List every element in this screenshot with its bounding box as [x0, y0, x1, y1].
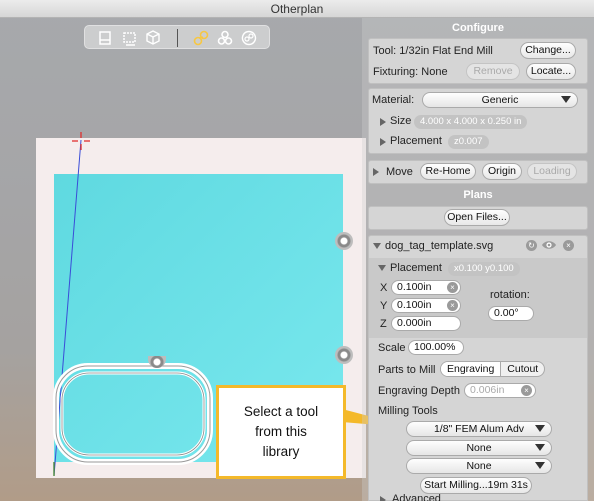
y-label: Y — [380, 300, 388, 312]
collapse-triangle-icon[interactable] — [378, 265, 386, 271]
change-tool-button[interactable]: Change... — [520, 42, 576, 59]
collapse-triangle-icon[interactable] — [373, 243, 381, 249]
close-icon[interactable]: × — [563, 240, 574, 251]
z-label: Z — [380, 318, 387, 330]
configure-header: Configure — [452, 22, 504, 34]
chevron-down-icon — [535, 425, 545, 432]
move-label: Move — [386, 166, 413, 178]
rotation-input[interactable]: 0.00° — [488, 306, 534, 321]
x-label: X — [380, 282, 388, 294]
milling-tool-3-value: None — [466, 460, 492, 472]
size-value: 4.000 x 4.000 x 0.250 in — [414, 115, 528, 129]
clear-x-icon[interactable]: × — [447, 282, 458, 293]
chevron-down-icon — [561, 96, 571, 103]
origin-button[interactable]: Origin — [482, 163, 522, 180]
parts-to-mill-toggle[interactable]: Engraving Cutout — [440, 361, 546, 377]
window-title: Otherplan — [0, 0, 594, 18]
engraving-depth-label: Engraving Depth — [378, 385, 460, 397]
loading-button[interactable]: Loading — [527, 163, 577, 180]
plan-placement-label: Placement — [390, 262, 442, 274]
placement-label: Placement — [390, 135, 442, 147]
placement-value: z0.007 — [448, 135, 489, 149]
eye-icon[interactable] — [541, 239, 557, 251]
callout-line-3: library — [262, 444, 300, 459]
file-name: dog_tag_template.svg — [385, 240, 494, 252]
rotation-label: rotation: — [490, 289, 530, 301]
milling-tools-label: Milling Tools — [378, 405, 438, 417]
milling-tool-2-select[interactable]: None — [406, 440, 552, 456]
tooltip-callout: Select a tool from this library — [216, 385, 346, 479]
rings-outline-icon[interactable] — [241, 30, 257, 46]
plans-header: Plans — [463, 189, 493, 201]
rehome-button[interactable]: Re-Home — [420, 163, 476, 180]
z-input[interactable]: 0.000in — [391, 316, 461, 331]
expand-triangle-icon[interactable] — [373, 168, 379, 176]
3d-box-view-icon[interactable] — [145, 30, 161, 46]
start-milling-button[interactable]: Start Milling...19m 31s — [420, 477, 532, 494]
cutout-option[interactable]: Cutout — [501, 362, 544, 376]
perspective-view-icon[interactable] — [122, 30, 138, 46]
parts-to-mill-label: Parts to Mill — [378, 364, 436, 376]
expand-triangle-icon[interactable] — [380, 118, 386, 126]
view-toolbar — [84, 25, 270, 49]
size-label: Size — [390, 115, 412, 127]
clear-depth-icon[interactable]: × — [521, 385, 532, 396]
open-files-button[interactable]: Open Files... — [444, 209, 510, 226]
fixturing-label: Fixturing: None — [373, 66, 448, 78]
resize-handle-right-lower[interactable] — [335, 346, 353, 364]
chevron-down-icon — [535, 444, 545, 451]
linked-rings-icon[interactable] — [193, 30, 209, 46]
refresh-icon[interactable]: ↻ — [526, 240, 537, 251]
milling-tool-1-select[interactable]: 1/8" FEM Alum Adv — [406, 421, 552, 437]
material-select[interactable]: Generic — [422, 92, 578, 108]
toolbar-divider — [177, 29, 178, 47]
expand-triangle-icon[interactable] — [380, 138, 386, 146]
plan-placement-value: x0.100 y0.100 — [448, 262, 520, 276]
clear-y-icon[interactable]: × — [447, 300, 458, 311]
advanced-label[interactable]: Advanced — [392, 493, 441, 501]
tool-label: Tool: 1/32in Flat End Mill — [373, 45, 493, 57]
callout-line-1: Select a tool — [243, 404, 319, 419]
rings-group-icon[interactable] — [217, 30, 233, 46]
chevron-down-icon — [535, 462, 545, 469]
scale-label: Scale — [378, 342, 406, 354]
material-label: Material: — [372, 94, 415, 106]
milling-tool-3-select[interactable]: None — [406, 458, 552, 474]
milling-tool-2-value: None — [466, 442, 492, 454]
locate-button[interactable]: Locate... — [526, 63, 576, 80]
engraving-option[interactable]: Engraving — [441, 362, 502, 376]
remove-button[interactable]: Remove — [466, 63, 520, 80]
resize-handle-right[interactable] — [335, 232, 353, 250]
top-view-icon[interactable] — [97, 30, 113, 46]
expand-triangle-icon[interactable] — [380, 496, 386, 501]
milling-tool-1-value: 1/8" FEM Alum Adv — [433, 423, 525, 435]
callout-line-2: from this — [255, 424, 307, 439]
material-value: Generic — [481, 94, 519, 106]
scale-input[interactable]: 100.00% — [408, 340, 464, 355]
